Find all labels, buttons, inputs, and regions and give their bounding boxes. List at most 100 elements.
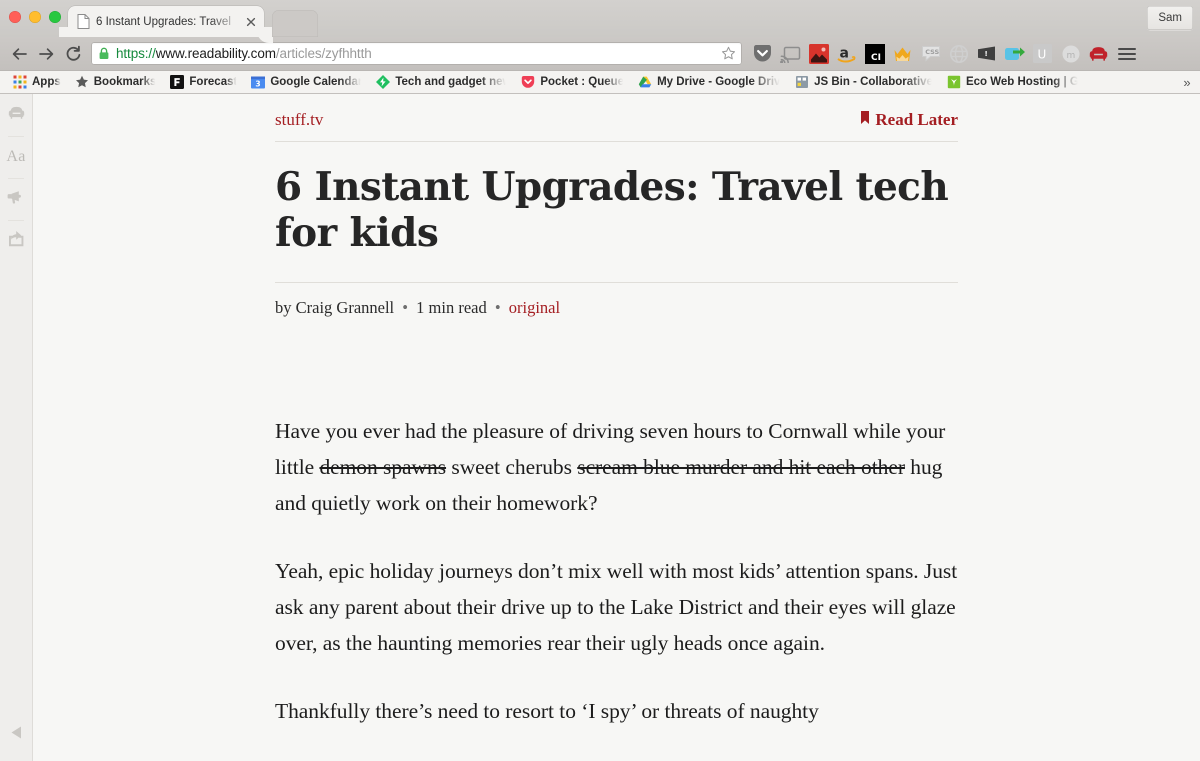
article-paragraph: Yeah, epic holiday journeys don’t mix we… xyxy=(275,553,958,661)
minimize-window-button[interactable] xyxy=(29,11,41,23)
bookmark-eco-web-hosting[interactable]: Eco Web Hosting | G xyxy=(940,72,1086,92)
cast-extension-icon[interactable] xyxy=(777,40,804,67)
read-later-button[interactable]: Read Later xyxy=(860,110,958,130)
bookmark-js-bin[interactable]: JS Bin - Collaborative xyxy=(788,72,940,92)
hamburger-menu-icon[interactable] xyxy=(1113,40,1140,67)
crown-extension-icon[interactable] xyxy=(889,40,916,67)
bookmark-forecast[interactable]: Forecast xyxy=(163,72,244,92)
bookmark-label: Apps xyxy=(32,76,61,88)
bookmark-tech-and-gadget-news[interactable]: Tech and gadget news xyxy=(369,72,514,92)
css-extension-icon[interactable]: CSS xyxy=(917,40,944,67)
tab-strip: 6 Instant Upgrades: Travel Sam xyxy=(0,0,1200,37)
forward-arrow-icon[interactable] xyxy=(33,40,60,67)
bookmark-label: Google Calendar xyxy=(270,76,363,88)
star-icon xyxy=(75,75,89,89)
article-paragraph: Have you ever had the pleasure of drivin… xyxy=(275,413,958,521)
pocket-extension-icon[interactable] xyxy=(749,40,776,67)
profile-button[interactable]: Sam xyxy=(1147,6,1193,30)
tile-extension-icon[interactable]: ! xyxy=(973,40,1000,67)
tab-title: 6 Instant Upgrades: Travel xyxy=(96,15,231,28)
readability-extension-icon[interactable] xyxy=(1085,40,1112,67)
bookmark-pocket-queue[interactable]: Pocket : Queue xyxy=(514,72,631,92)
url-text: https://www.readability.com/articles/zyf… xyxy=(116,46,721,61)
window-controls xyxy=(9,11,61,23)
bookmark-bookmarks[interactable]: Bookmarks xyxy=(68,72,164,92)
feed-icon xyxy=(376,75,391,89)
sidebar-item-readability-home[interactable] xyxy=(0,94,32,136)
star-icon[interactable] xyxy=(721,46,736,61)
browser-tab[interactable]: 6 Instant Upgrades: Travel xyxy=(68,6,264,37)
read-time: 1 min read xyxy=(416,298,487,317)
bookmarks-overflow-button[interactable]: » xyxy=(1178,71,1196,93)
url-scheme: https:// xyxy=(116,46,156,61)
svg-text:U: U xyxy=(1038,48,1047,62)
page-icon xyxy=(77,14,90,29)
text-run: Yeah, epic holiday journeys don’t mix we… xyxy=(275,559,958,655)
svg-text:m: m xyxy=(1066,51,1075,61)
text-run: sweet cherubs xyxy=(446,455,578,479)
bookmark-my-drive[interactable]: My Drive - Google Drive xyxy=(631,72,788,92)
new-tab-placeholder[interactable] xyxy=(272,10,318,37)
svg-text:3: 3 xyxy=(256,80,261,89)
url-host: www.readability.com xyxy=(155,46,276,61)
bookmark-label: My Drive - Google Drive xyxy=(657,76,782,88)
original-article-link[interactable]: original xyxy=(509,298,560,317)
article-paragraph: Thankfully there’s need to resort to ‘I … xyxy=(275,693,958,729)
bookmark-label: Forecast xyxy=(189,76,238,88)
address-bar[interactable]: https://www.readability.com/articles/zyf… xyxy=(91,42,742,65)
typography-icon: Aa xyxy=(6,148,26,165)
back-arrow-icon[interactable] xyxy=(6,40,33,67)
globe-extension-icon[interactable] xyxy=(945,40,972,67)
share-arrow-extension-icon[interactable] xyxy=(1001,40,1028,67)
article-meta-top: stuff.tv Read Later xyxy=(275,110,958,142)
u-extension-icon[interactable]: U xyxy=(1029,40,1056,67)
megaphone-icon xyxy=(7,189,25,210)
sidebar-item-announcements[interactable] xyxy=(0,178,32,220)
reader-content: stuff.tv Read Later 6 Instant Upgrades: … xyxy=(33,94,1200,761)
page-title: 6 Instant Upgrades: Travel tech for kids xyxy=(275,164,949,256)
eco-icon xyxy=(947,75,961,89)
author-name: by Craig Grannell xyxy=(275,298,395,317)
bookmark-label: JS Bin - Collaborative xyxy=(814,76,933,88)
article-source-link[interactable]: stuff.tv xyxy=(275,110,323,130)
close-window-button[interactable] xyxy=(9,11,21,23)
bookmark-google-calendar[interactable]: 3 Google Calendar xyxy=(244,72,369,92)
bookmark-flag-icon xyxy=(860,110,870,130)
svg-text:CI: CI xyxy=(871,53,881,63)
url-path: /articles/zyfhhtth xyxy=(275,46,372,61)
bookmark-apps[interactable]: Apps xyxy=(6,72,68,92)
navigation-toolbar: https://www.readability.com/articles/zyf… xyxy=(0,37,1200,70)
jsbin-icon xyxy=(795,75,809,89)
bookmark-label: Eco Web Hosting | G xyxy=(965,76,1079,88)
chevron-left-icon xyxy=(10,725,23,745)
struck-text: demon spawns xyxy=(319,455,447,479)
bookmarks-bar: Apps Bookmarks Forecast 3 Google Calenda… xyxy=(0,70,1200,94)
sidebar-item-typography[interactable]: Aa xyxy=(0,136,32,178)
readability-logo-icon xyxy=(7,105,26,125)
browser-chrome: 6 Instant Upgrades: Travel Sam https://w… xyxy=(0,0,1200,94)
calendar-icon: 3 xyxy=(251,75,266,89)
image-downloader-extension-icon[interactable] xyxy=(805,40,832,67)
forecast-icon xyxy=(170,75,185,89)
article: stuff.tv Read Later 6 Instant Upgrades: … xyxy=(275,94,958,729)
sidebar-collapse-button[interactable] xyxy=(0,725,32,745)
sidebar-item-share[interactable] xyxy=(0,220,32,262)
ci-extension-icon[interactable]: CI xyxy=(861,40,888,67)
zoom-window-button[interactable] xyxy=(49,11,61,23)
byline-separator: • xyxy=(402,298,409,317)
svg-text:!: ! xyxy=(985,50,988,58)
close-icon[interactable] xyxy=(244,15,258,29)
reload-icon[interactable] xyxy=(60,40,87,67)
drive-icon xyxy=(638,75,652,89)
byline-separator: • xyxy=(494,298,501,317)
svg-text:a: a xyxy=(840,45,849,61)
pocket-icon xyxy=(521,75,535,89)
m-extension-icon[interactable]: m xyxy=(1057,40,1084,67)
readability-page: Aa stuff.tv Read Later 6 Instant Upgrade… xyxy=(0,94,1200,761)
article-byline-wrap: by Craig Grannell • 1 min read • origina… xyxy=(275,282,958,318)
bookmark-label: Bookmarks xyxy=(93,76,157,88)
share-icon xyxy=(8,230,25,252)
amazon-extension-icon[interactable]: a xyxy=(833,40,860,67)
article-byline: by Craig Grannell • 1 min read • origina… xyxy=(275,298,958,318)
article-body: Have you ever had the pleasure of drivin… xyxy=(275,318,958,729)
